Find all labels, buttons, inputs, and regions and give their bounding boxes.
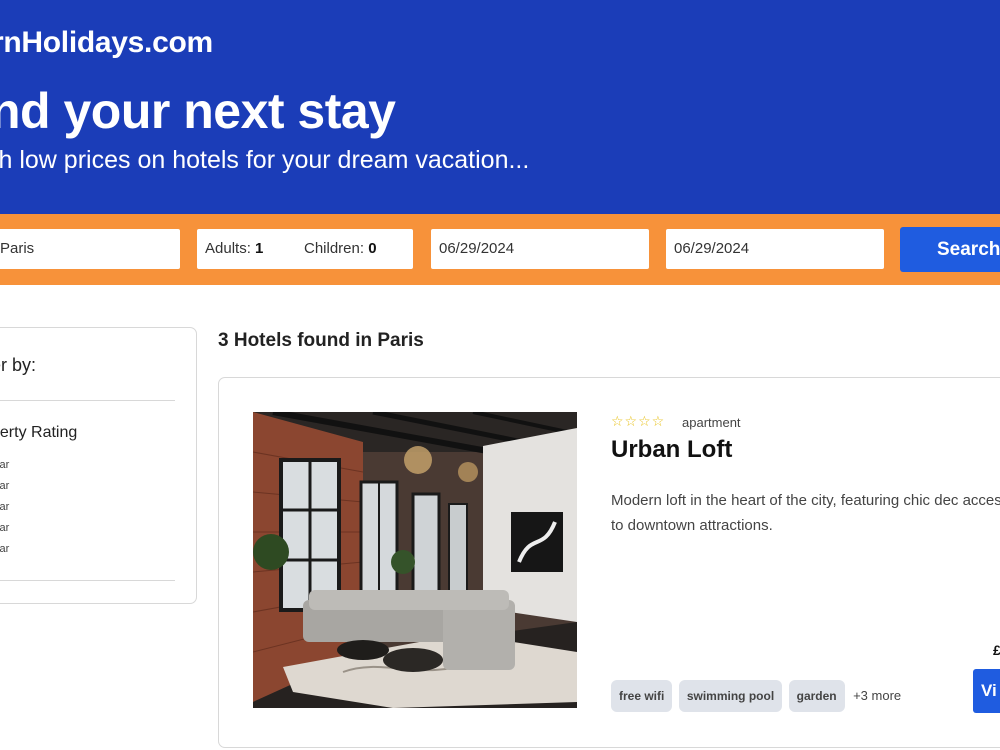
children-group: Children: 0	[304, 229, 377, 269]
children-label: Children:	[304, 240, 365, 257]
filter-panel: er by: perty Rating star star star star …	[0, 327, 197, 604]
view-hotel-button[interactable]: Vi	[973, 669, 1000, 713]
property-type: apartment	[682, 415, 741, 430]
hotel-photo[interactable]	[253, 412, 577, 708]
rating-option-3[interactable]: star	[0, 500, 9, 521]
hero-headline: nd your next stay	[0, 83, 396, 139]
rating-option-1[interactable]: star	[0, 542, 9, 563]
hotel-card: ☆☆☆☆ apartment Urban Loft Modern loft in…	[218, 377, 1000, 748]
rating-option-4[interactable]: star	[0, 479, 9, 500]
hotel-description: Modern loft in the heart of the city, fe…	[611, 492, 1000, 534]
filter-divider	[0, 580, 175, 581]
search-bar: Paris Adults: 1 Children: 0 06/29/2024 0…	[0, 214, 1000, 285]
hotel-name[interactable]: Urban Loft	[611, 436, 732, 464]
filter-title: er by:	[0, 355, 37, 375]
checkout-date-input[interactable]: 06/29/2024	[666, 229, 884, 269]
hero-subline: ch low prices on hotels for your dream v…	[0, 146, 530, 174]
rating-options: star star star star star	[0, 458, 9, 563]
rating-option-2[interactable]: star	[0, 521, 9, 542]
children-count: 0	[368, 240, 377, 257]
amenity-tag: swimming pool	[678, 680, 783, 712]
adults-count: 1	[255, 240, 264, 257]
adults-label: Adults:	[205, 240, 251, 257]
loft-interior-image	[253, 412, 577, 708]
property-rating-title: perty Rating	[0, 424, 78, 441]
amenity-tag: free wifi	[611, 680, 673, 712]
more-amenities-link[interactable]: +3 more	[853, 680, 901, 712]
site-logo[interactable]: rnHolidays.com	[0, 26, 213, 60]
filter-divider	[0, 400, 175, 401]
star-rating: ☆☆☆☆	[611, 413, 666, 429]
amenity-tags: free wifi swimming pool garden +3 more	[611, 680, 901, 712]
checkin-date-input[interactable]: 06/29/2024	[431, 229, 649, 269]
header-banner: rnHolidays.com nd your next stay ch low …	[0, 0, 1000, 214]
rating-option-5[interactable]: star	[0, 458, 9, 479]
hotel-price: £	[993, 642, 1000, 658]
amenity-tag: garden	[788, 680, 845, 712]
destination-input[interactable]: Paris	[0, 229, 180, 269]
results-count-heading: 3 Hotels found in Paris	[218, 330, 424, 351]
search-button[interactable]: Search	[900, 227, 1000, 272]
guests-selector[interactable]: Adults: 1 Children: 0	[197, 229, 413, 269]
